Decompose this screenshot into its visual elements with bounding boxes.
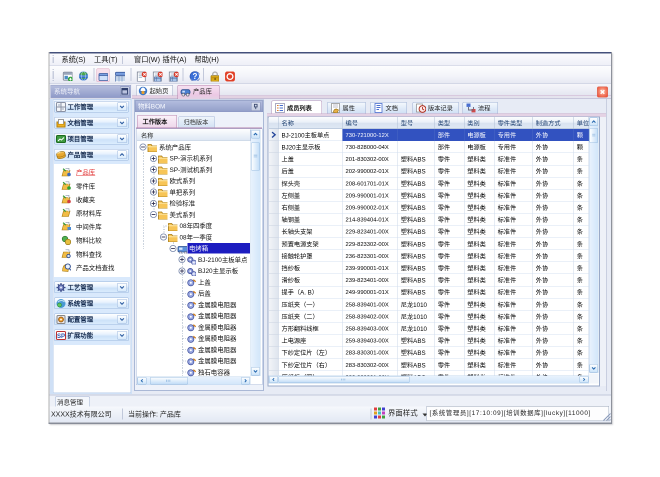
svg-text:SP: SP (57, 334, 65, 340)
svg-text:?: ? (193, 72, 198, 81)
